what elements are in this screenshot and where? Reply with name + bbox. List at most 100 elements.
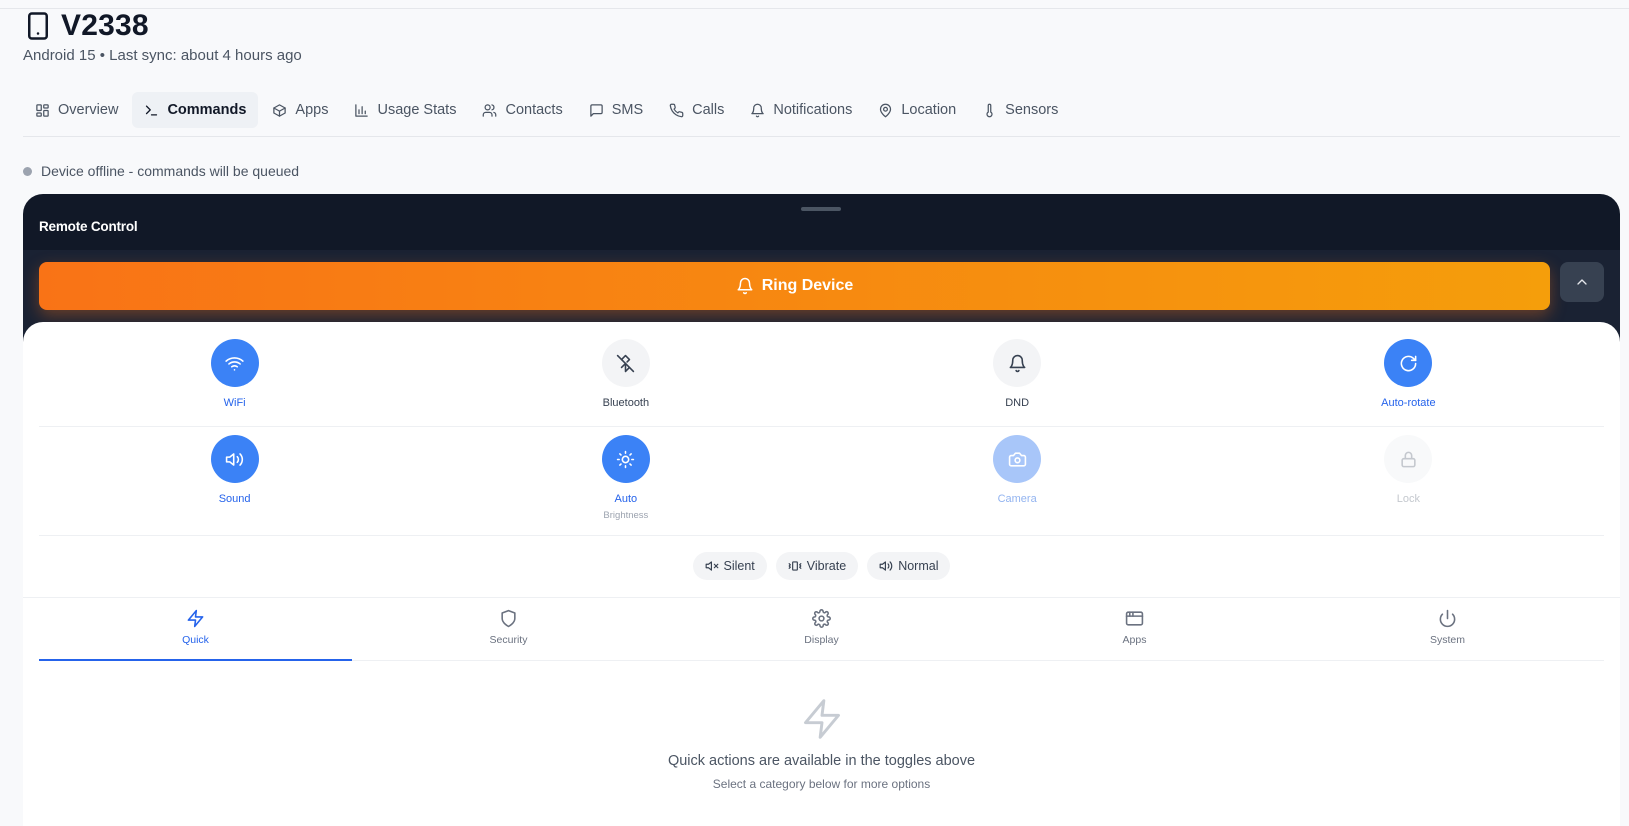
- controls-sheet: WiFi Bluetooth DND Auto-rotate Sound Aut…: [23, 322, 1620, 826]
- toggle-lock: Lock: [1213, 435, 1604, 535]
- tab-overview[interactable]: Overview: [23, 92, 130, 128]
- toggle-brightness[interactable]: Auto Brightness: [430, 435, 821, 535]
- toggle-camera[interactable]: Camera: [822, 435, 1213, 535]
- tab-label: Commands: [167, 102, 247, 118]
- category-tab-security[interactable]: Security: [352, 598, 665, 660]
- volume-x-icon: [705, 561, 718, 571]
- device-tabs: Overview Commands Apps Usage Stats Conta…: [23, 92, 1620, 137]
- category-tab-apps[interactable]: Apps: [978, 598, 1291, 660]
- tab-label: Notifications: [773, 102, 853, 118]
- category-tabs: Quick Security Display Apps System: [39, 598, 1604, 661]
- bell-icon: [1009, 354, 1026, 372]
- tab-sensors[interactable]: Sensors: [970, 92, 1070, 128]
- mode-label: Vibrate: [806, 559, 847, 573]
- tab-sms[interactable]: SMS: [577, 92, 655, 128]
- toggle-circle[interactable]: [210, 339, 259, 387]
- lock-icon: [1401, 451, 1416, 467]
- phone-icon: [669, 103, 684, 117]
- smartphone-icon: [28, 12, 48, 40]
- empty-state: Quick actions are available in the toggl…: [23, 697, 1620, 791]
- toggle-label: Sound: [218, 493, 251, 505]
- tab-usage-stats[interactable]: Usage Stats: [342, 92, 468, 128]
- category-tab-display[interactable]: Display: [665, 598, 978, 660]
- silent-mode-button[interactable]: Silent: [692, 552, 767, 580]
- status-text: Device offline - commands will be queued: [41, 163, 300, 179]
- tab-location[interactable]: Location: [866, 92, 968, 128]
- package-icon: [273, 103, 287, 117]
- tab-label: Apps: [295, 102, 329, 118]
- offline-status: Device offline - commands will be queued: [23, 163, 299, 179]
- volume-icon: [879, 561, 893, 571]
- bell-icon: [737, 277, 753, 295]
- category-label: System: [1429, 634, 1465, 646]
- zap-icon: [803, 699, 840, 739]
- bar-chart-icon: [355, 103, 369, 117]
- toggle-circle[interactable]: [601, 339, 650, 387]
- toggle-circle[interactable]: [210, 435, 259, 483]
- toggle-circle: [1384, 435, 1433, 483]
- wifi-icon: [225, 356, 244, 371]
- toggle-circle[interactable]: [993, 435, 1042, 483]
- tab-label: SMS: [611, 102, 644, 118]
- terminal-icon: [146, 105, 158, 115]
- tab-notifications[interactable]: Notifications: [738, 92, 864, 128]
- toggle-circle[interactable]: [1384, 339, 1433, 387]
- tab-label: Contacts: [505, 102, 563, 118]
- chevron-up-icon: [1577, 279, 1587, 285]
- toggle-row: WiFi Bluetooth DND Auto-rotate: [39, 339, 1604, 427]
- status-dot: [23, 166, 32, 176]
- tab-label: Usage Stats: [377, 102, 457, 118]
- sound-mode-group: Silent Vibrate Normal: [23, 552, 1620, 580]
- map-pin-icon: [880, 103, 892, 117]
- camera-icon: [1008, 451, 1026, 467]
- users-icon: [483, 103, 497, 117]
- toggle-auto-rotate[interactable]: Auto-rotate: [1213, 339, 1604, 426]
- top-divider: [0, 8, 1629, 9]
- panel-title: Remote Control: [39, 219, 138, 234]
- tab-label: Overview: [58, 102, 119, 118]
- toggle-label: WiFi: [223, 397, 246, 409]
- collapse-button[interactable]: [1560, 262, 1604, 302]
- tab-label: Sensors: [1005, 102, 1059, 118]
- tab-label: Location: [901, 102, 957, 118]
- tab-label: Calls: [692, 102, 725, 118]
- device-header: V2338: [23, 9, 149, 42]
- toggle-label: DND: [1005, 397, 1030, 409]
- bell-icon: [751, 103, 765, 117]
- thermometer-icon: [986, 103, 993, 117]
- rotate-cw-icon: [1400, 355, 1417, 371]
- category-label: Quick: [182, 634, 209, 646]
- toggle-label: Auto: [614, 493, 638, 505]
- tab-apps[interactable]: Apps: [260, 92, 340, 128]
- empty-state-title: Quick actions are available in the toggl…: [667, 753, 976, 769]
- toggle-bluetooth[interactable]: Bluetooth: [430, 339, 821, 426]
- empty-state-subtitle: Select a category below for more options: [712, 777, 931, 791]
- sun-icon: [617, 450, 635, 468]
- remote-control-panel: Remote Control Ring Device WiFi Bluetoot…: [23, 194, 1620, 826]
- bluetooth-off-icon: [617, 354, 635, 372]
- power-icon: [1439, 609, 1456, 628]
- device-subtitle: Android 15 • Last sync: about 4 hours ag…: [23, 47, 302, 64]
- category-label: Display: [804, 634, 839, 646]
- toggle-circle[interactable]: [993, 339, 1042, 387]
- device-title: V2338: [61, 9, 149, 42]
- category-tab-quick[interactable]: Quick: [39, 598, 352, 661]
- vibrate-mode-button[interactable]: Vibrate: [775, 552, 859, 580]
- layout-grid-icon: [36, 103, 49, 117]
- toggle-sound[interactable]: Sound: [39, 435, 430, 535]
- zap-icon: [187, 609, 204, 628]
- toggle-circle[interactable]: [601, 435, 650, 483]
- toggle-label: Lock: [1396, 493, 1420, 505]
- tab-contacts[interactable]: Contacts: [470, 92, 574, 128]
- ring-device-button[interactable]: Ring Device: [39, 262, 1550, 310]
- category-label: Apps: [1122, 634, 1147, 646]
- toggle-sublabel: Brightness: [603, 510, 649, 521]
- normal-mode-button[interactable]: Normal: [867, 552, 951, 580]
- toggle-dnd[interactable]: DND: [822, 339, 1213, 426]
- drag-handle[interactable]: [801, 207, 841, 211]
- category-tab-system[interactable]: System: [1291, 598, 1604, 660]
- toggle-wifi[interactable]: WiFi: [39, 339, 430, 426]
- app-window-icon: [1125, 611, 1144, 626]
- tab-calls[interactable]: Calls: [657, 92, 736, 128]
- tab-commands[interactable]: Commands: [132, 92, 259, 128]
